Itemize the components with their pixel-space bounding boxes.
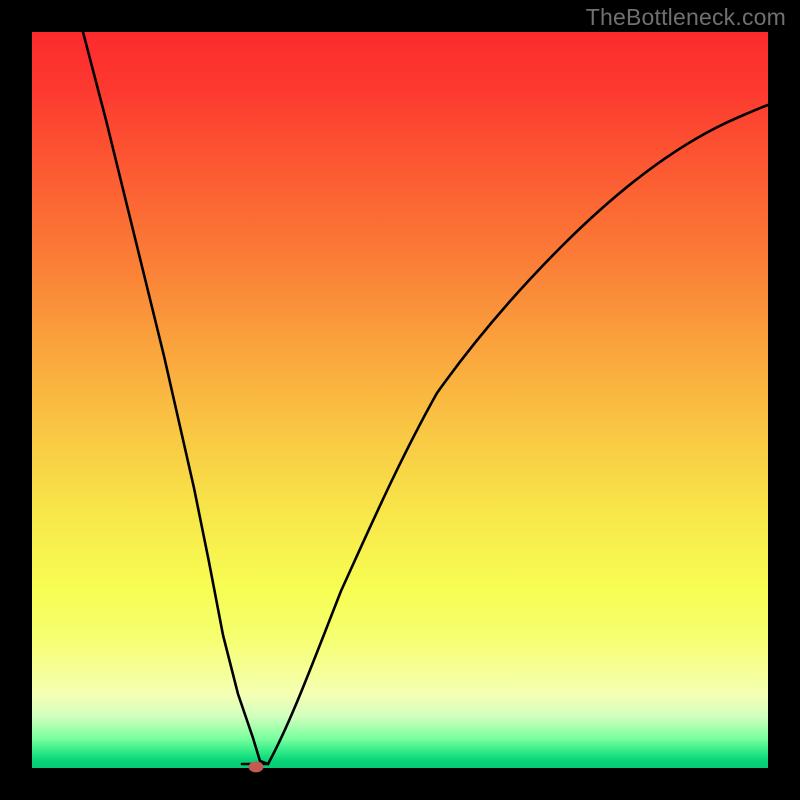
plot-area bbox=[32, 32, 768, 768]
min-point-dot bbox=[249, 761, 264, 772]
watermark-text: TheBottleneck.com bbox=[586, 4, 786, 31]
bottleneck-curve bbox=[32, 32, 768, 768]
chart-frame: TheBottleneck.com bbox=[0, 0, 800, 800]
